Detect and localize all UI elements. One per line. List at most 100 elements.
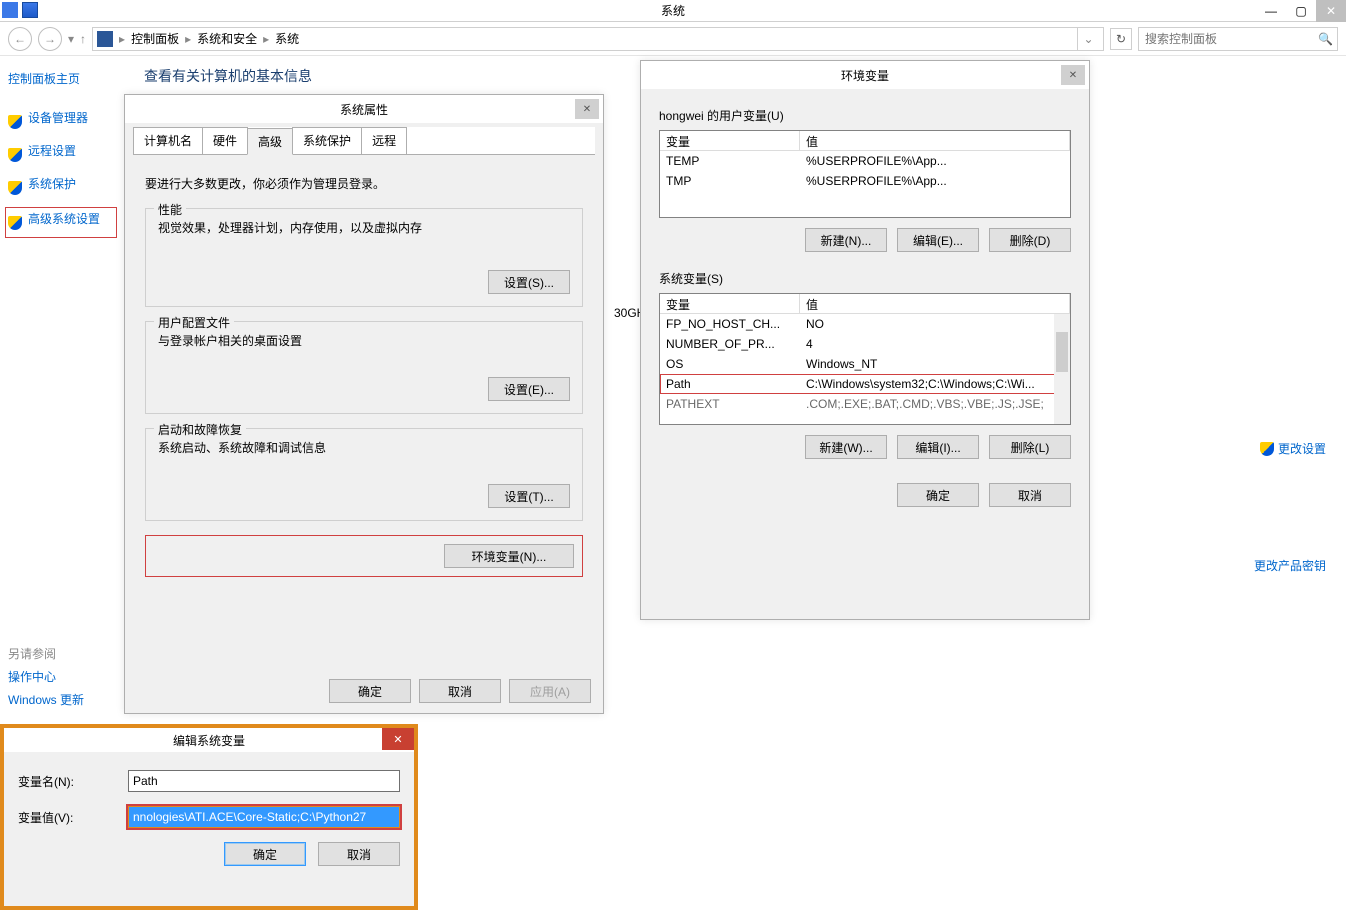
dialog-titlebar[interactable]: 系统属性 ✕ [125,95,603,123]
environment-variables-button[interactable]: 环境变量(N)... [444,544,574,568]
tab-hardware[interactable]: 硬件 [202,127,248,154]
ok-button[interactable]: 确定 [329,679,411,703]
see-also-link[interactable]: Windows 更新 [8,691,128,708]
sys-vars-label: 系统变量(S) [659,270,1071,287]
sidebar: 控制面板主页 设备管理器 远程设置 系统保护 高级系统设置 [0,56,124,724]
shield-icon [8,148,22,162]
env-cancel-button[interactable]: 取消 [989,483,1071,507]
maximize-button[interactable]: ▢ [1286,0,1316,22]
profiles-group: 用户配置文件 与登录帐户相关的桌面设置 设置(E)... [145,321,583,414]
sidebar-item-device-manager[interactable]: 设备管理器 [8,109,116,134]
breadcrumb[interactable]: 控制面板 [127,30,183,47]
list-item[interactable]: FP_NO_HOST_CH... NO [660,314,1070,334]
sidebar-item-label[interactable]: 远程设置 [28,142,76,159]
list-item-path[interactable]: Path C:\Windows\system32;C:\Windows;C:\W… [660,374,1070,394]
list-item[interactable]: NUMBER_OF_PR... 4 [660,334,1070,354]
close-icon[interactable]: ✕ [382,728,414,750]
close-button[interactable]: ✕ [1316,0,1346,22]
group-title: 用户配置文件 [154,314,234,331]
user-vars-label: hongwei 的用户变量(U) [659,107,1071,124]
sidebar-item-advanced[interactable]: 高级系统设置 [6,208,116,237]
tab-protection[interactable]: 系统保护 [292,127,362,154]
list-item[interactable]: PATHEXT .COM;.EXE;.BAT;.CMD;.VBS;.VBE;.J… [660,394,1070,414]
search-input[interactable] [1139,32,1337,46]
see-also-link[interactable]: 操作中心 [8,668,128,685]
forward-button[interactable]: → [38,27,62,51]
user-edit-button[interactable]: 编辑(E)... [897,228,979,252]
app-icon-small [2,2,18,18]
sys-new-button[interactable]: 新建(W)... [805,435,887,459]
breadcrumb[interactable]: 系统 [271,30,303,47]
group-title: 启动和故障恢复 [154,421,246,438]
env-ok-button[interactable]: 确定 [897,483,979,507]
sidebar-item-label[interactable]: 高级系统设置 [28,210,100,227]
sidebar-item-label[interactable]: 系统保护 [28,175,76,192]
search-icon: 🔍 [1318,32,1333,46]
back-button[interactable]: ← [8,27,32,51]
edit-cancel-button[interactable]: 取消 [318,842,400,866]
close-icon[interactable]: ✕ [575,99,599,119]
minimize-button[interactable]: — [1256,0,1286,22]
change-settings-link[interactable]: 更改设置 [1260,440,1326,457]
col-variable[interactable]: 变量 [660,131,800,150]
list-item[interactable]: OS Windows_NT [660,354,1070,374]
refresh-button[interactable]: ↻ [1110,28,1132,50]
list-item[interactable]: TMP %USERPROFILE%\App... [660,171,1070,191]
scrollbar[interactable] [1054,314,1070,424]
list-item[interactable]: TEMP %USERPROFILE%\App... [660,151,1070,171]
breadcrumb[interactable]: 系统和安全 [193,30,261,47]
edit-ok-button[interactable]: 确定 [224,842,306,866]
control-panel-home-link[interactable]: 控制面板主页 [8,70,116,87]
cancel-button[interactable]: 取消 [419,679,501,703]
col-value[interactable]: 值 [800,131,1070,150]
close-icon[interactable]: ✕ [1061,65,1085,85]
shield-icon [8,181,22,195]
dialog-title: 系统属性 [340,101,388,118]
up-button[interactable]: ↑ [80,32,86,46]
control-panel-icon [97,31,113,47]
tab-advanced[interactable]: 高级 [247,128,293,155]
shield-icon [8,216,22,230]
var-value-input[interactable] [128,806,400,828]
sys-vars-list[interactable]: 变量 值 FP_NO_HOST_CH... NO NUMBER_OF_PR...… [659,293,1071,425]
perf-settings-button[interactable]: 设置(S)... [488,270,570,294]
profiles-settings-button[interactable]: 设置(E)... [488,377,570,401]
group-desc: 系统启动、系统故障和调试信息 [158,439,570,456]
address-dropdown[interactable]: ⌄ [1077,28,1099,50]
col-value[interactable]: 值 [800,294,1070,313]
search-box[interactable]: 🔍 [1138,27,1338,51]
apply-button[interactable]: 应用(A) [509,679,591,703]
shield-icon [1260,442,1274,456]
user-vars-list[interactable]: 变量 值 TEMP %USERPROFILE%\App... TMP %USER… [659,130,1071,218]
system-properties-dialog: 系统属性 ✕ 计算机名 硬件 高级 系统保护 远程 要进行大多数更改，你必须作为… [124,94,604,714]
dialog-titlebar[interactable]: 环境变量 ✕ [641,61,1089,89]
sidebar-item-remote[interactable]: 远程设置 [8,142,116,167]
see-also-header: 另请参阅 [8,645,128,662]
var-name-label: 变量名(N): [18,773,128,790]
tab-computer-name[interactable]: 计算机名 [133,127,203,154]
sys-delete-button[interactable]: 删除(L) [989,435,1071,459]
dialog-titlebar[interactable]: 编辑系统变量 ✕ [4,728,414,752]
address-bar[interactable]: ▸ 控制面板 ▸ 系统和安全 ▸ 系统 ⌄ [92,27,1104,51]
var-name-input[interactable] [128,770,400,792]
sys-edit-button[interactable]: 编辑(I)... [897,435,979,459]
shield-icon [8,115,22,129]
group-desc: 与登录帐户相关的桌面设置 [158,332,570,349]
user-delete-button[interactable]: 删除(D) [989,228,1071,252]
startup-settings-button[interactable]: 设置(T)... [488,484,570,508]
sidebar-item-label[interactable]: 设备管理器 [28,109,88,126]
change-product-key-link[interactable]: 更改产品密钥 [1254,557,1326,574]
col-variable[interactable]: 变量 [660,294,800,313]
user-new-button[interactable]: 新建(N)... [805,228,887,252]
history-dropdown[interactable]: ▾ [68,32,74,46]
main-titlebar: 系统 — ▢ ✕ [0,0,1346,22]
tab-remote[interactable]: 远程 [361,127,407,154]
admin-note: 要进行大多数更改，你必须作为管理员登录。 [145,175,583,192]
performance-group: 性能 视觉效果，处理器计划，内存使用，以及虚拟内存 设置(S)... [145,208,583,307]
monitor-icon [22,2,38,18]
sidebar-item-protection[interactable]: 系统保护 [8,175,116,200]
see-also: 另请参阅 操作中心 Windows 更新 [8,645,128,714]
edit-system-variable-dialog: 编辑系统变量 ✕ 变量名(N): 变量值(V): 确定 取消 [0,724,418,910]
startup-group: 启动和故障恢复 系统启动、系统故障和调试信息 设置(T)... [145,428,583,521]
dialog-title: 环境变量 [841,67,889,84]
